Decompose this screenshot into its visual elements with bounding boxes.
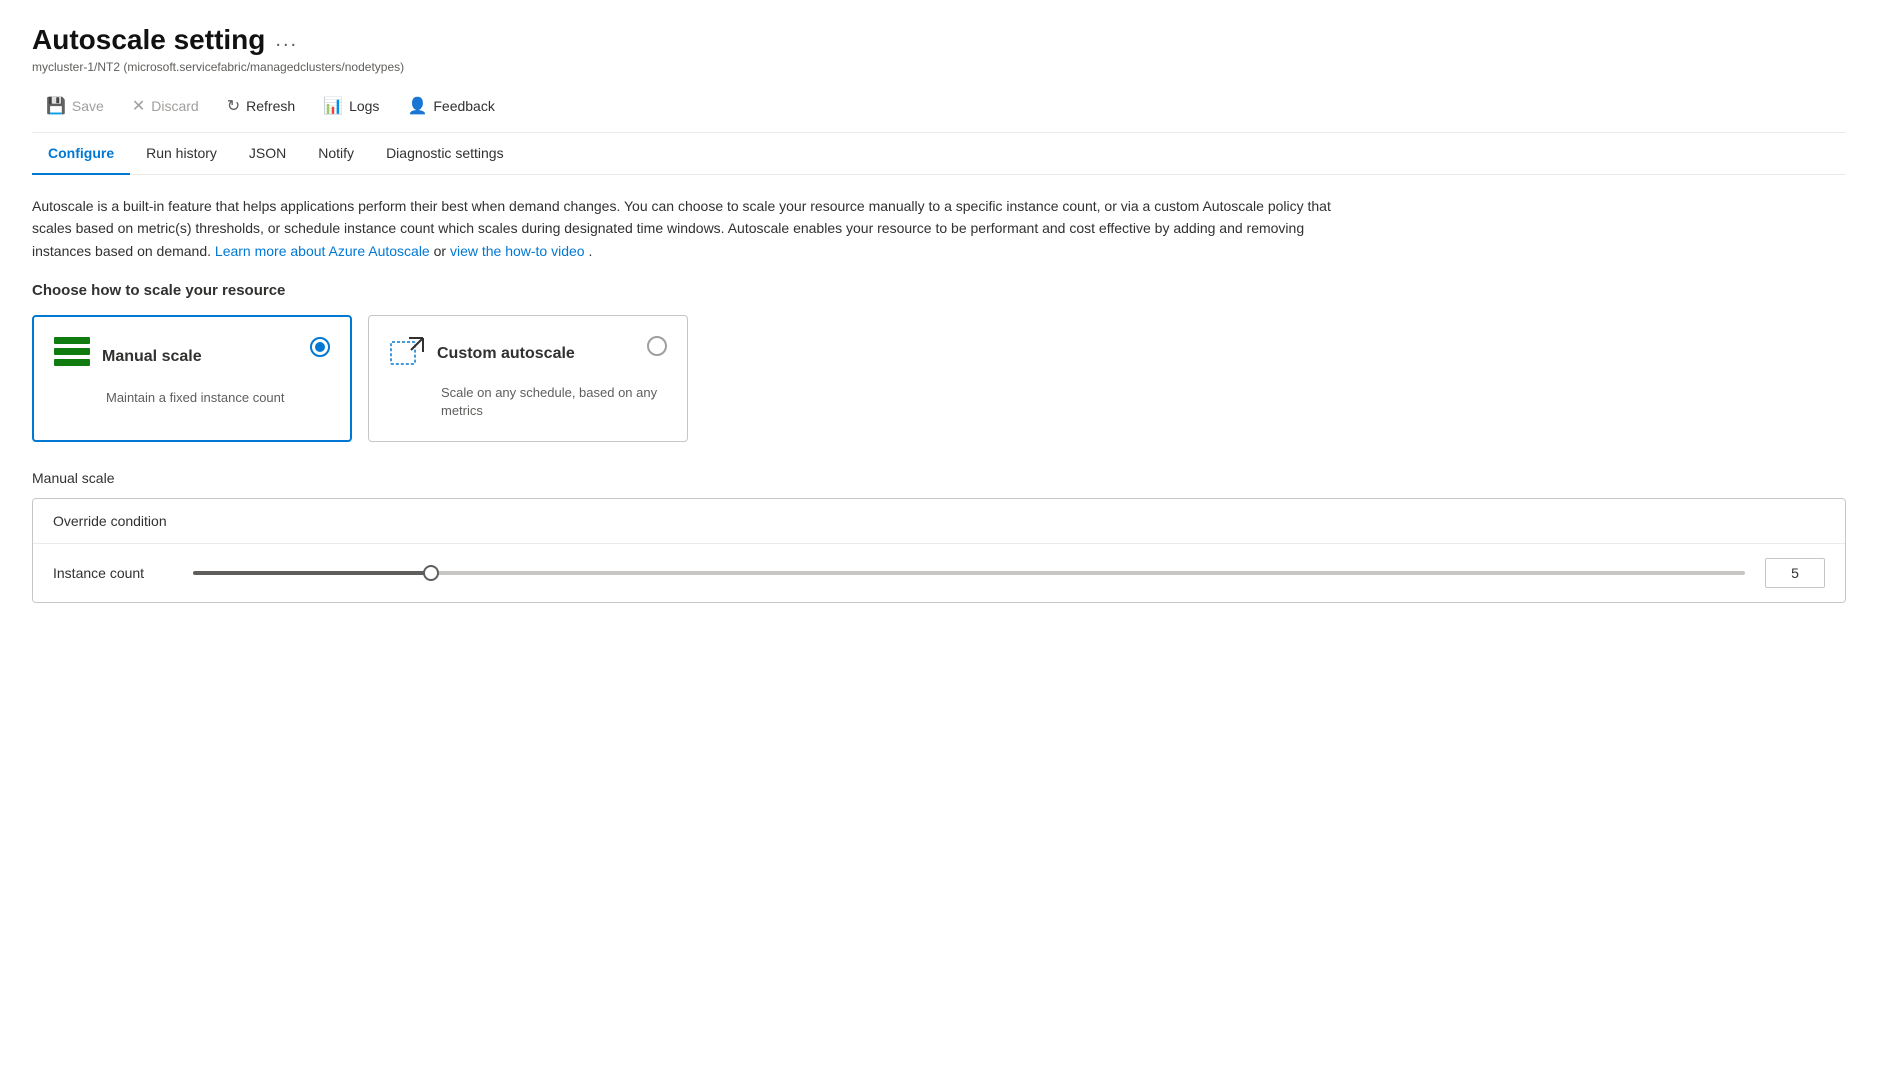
discard-icon: ✕ [132,96,145,116]
manual-scale-icon [54,337,90,377]
custom-autoscale-radio[interactable] [647,336,667,356]
logs-icon: 📊 [323,96,343,116]
custom-autoscale-title: Custom autoscale [437,345,575,363]
scale-section-title: Choose how to scale your resource [32,282,1846,299]
discard-label: Discard [151,98,198,114]
manual-scale-section: Manual scale Override condition Instance… [32,470,1846,603]
override-box: Override condition Instance count [32,498,1846,603]
save-icon: 💾 [46,96,66,116]
logs-label: Logs [349,98,379,114]
slider-container [193,571,1745,575]
tab-json[interactable]: JSON [233,133,302,175]
tab-diagnostic-settings[interactable]: Diagnostic settings [370,133,520,175]
description-block: Autoscale is a built-in feature that hel… [32,195,1332,262]
custom-card-title-row: Custom autoscale [389,336,575,372]
toolbar: 💾 Save ✕ Discard ↻ Refresh 📊 Logs 👤 Feed… [32,90,1846,133]
tab-notify[interactable]: Notify [302,133,370,175]
logs-button[interactable]: 📊 Logs [309,90,393,122]
save-label: Save [72,98,104,114]
feedback-button[interactable]: 👤 Feedback [393,90,508,122]
save-button[interactable]: 💾 Save [32,90,118,122]
manual-scale-card[interactable]: Manual scale Maintain a fixed instance c… [32,315,352,441]
manual-card-title-row: Manual scale [54,337,202,377]
scale-options: Manual scale Maintain a fixed instance c… [32,315,1846,441]
page-ellipsis: ... [275,29,298,52]
override-body: Instance count [33,544,1845,602]
refresh-button[interactable]: ↻ Refresh [213,90,309,122]
manual-scale-radio[interactable] [310,337,330,357]
page-title: Autoscale setting [32,24,265,56]
custom-autoscale-icon [389,336,425,372]
feedback-icon: 👤 [407,96,427,116]
manual-scale-section-label: Manual scale [32,470,1846,486]
bar-2 [54,348,90,355]
override-condition-header: Override condition [33,499,1845,544]
custom-card-header: Custom autoscale [389,336,667,372]
learn-more-link[interactable]: Learn more about Azure Autoscale [215,243,430,259]
refresh-icon: ↻ [227,96,240,116]
custom-autoscale-card[interactable]: Custom autoscale Scale on any schedule, … [368,315,688,441]
manual-scale-desc: Maintain a fixed instance count [106,389,330,407]
tabs-container: Configure Run history JSON Notify Diagno… [32,133,1846,175]
refresh-label: Refresh [246,98,295,114]
bar-3 [54,359,90,366]
page-title-container: Autoscale setting ... [32,24,1846,56]
how-to-video-link[interactable]: view the how-to video [450,243,585,259]
discard-button[interactable]: ✕ Discard [118,90,213,122]
description-end: . [588,243,592,259]
tab-configure[interactable]: Configure [32,133,130,175]
instance-count-input[interactable] [1765,558,1825,588]
breadcrumb: mycluster-1/NT2 (microsoft.servicefabric… [32,60,1846,74]
description-middle: or [434,243,450,259]
instance-count-label: Instance count [53,565,173,581]
manual-card-header: Manual scale [54,337,330,377]
bar-1 [54,337,90,344]
instance-count-slider[interactable] [193,571,1745,575]
manual-scale-title: Manual scale [102,348,202,366]
custom-autoscale-desc: Scale on any schedule, based on any metr… [441,384,667,420]
tab-run-history[interactable]: Run history [130,133,233,175]
feedback-label: Feedback [433,98,494,114]
